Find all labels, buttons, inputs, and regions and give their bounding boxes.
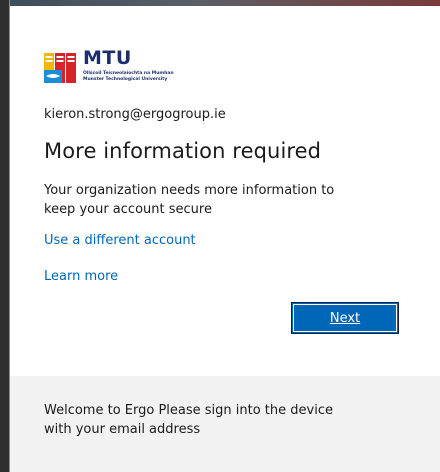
page-title: More information required	[44, 139, 322, 163]
footer-message: Welcome to Ergo Please sign into the dev…	[44, 403, 333, 437]
organization-logo: MTU Ollscoil Teicneolaíochta na Mumhan M…	[44, 47, 244, 94]
logo-subtitle: Ollscoil Teicneolaíochta na Mumhan Munst…	[83, 71, 174, 83]
mtu-logo-icon	[44, 53, 76, 83]
account-email: kieron.strong@ergogroup.ie	[44, 107, 226, 122]
page-description: Your organization needs more information…	[44, 183, 335, 217]
next-button[interactable]: Next	[291, 302, 399, 334]
logo-subtitle-english: Munster Technological University	[83, 77, 168, 82]
use-different-account-link[interactable]: Use a different account	[44, 233, 196, 248]
window-left-frame	[0, 0, 9, 472]
logo-name-text: MTU	[83, 47, 132, 69]
learn-more-link[interactable]: Learn more	[44, 269, 118, 284]
